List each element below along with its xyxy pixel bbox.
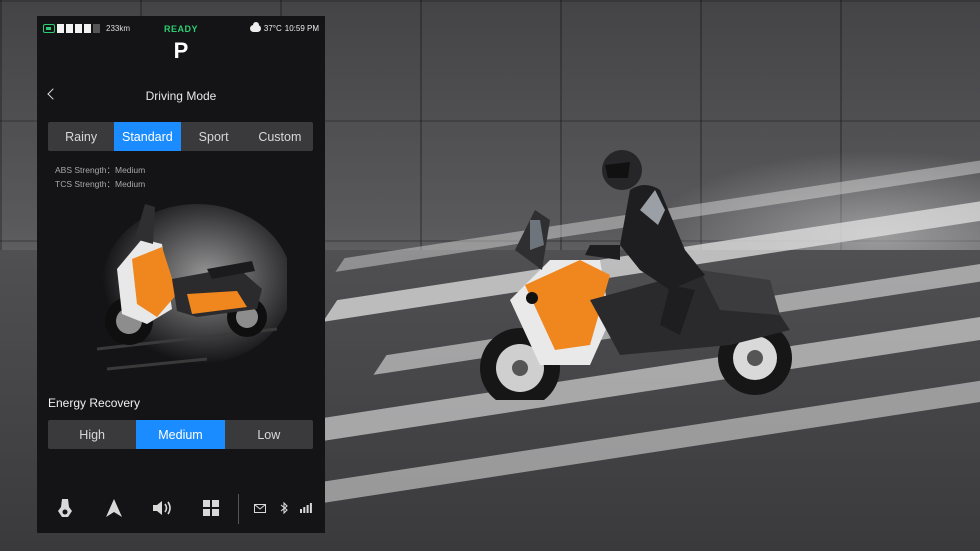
weather-time: 37°C 10:59 PM [249, 22, 319, 33]
energy-recovery-selector: High Medium Low [48, 420, 313, 449]
signal-icon [299, 502, 313, 514]
mode-option-rainy[interactable]: Rainy [48, 122, 114, 151]
volume-icon[interactable] [151, 496, 175, 520]
dock-divider [238, 494, 239, 524]
page-title: Driving Mode [145, 89, 217, 103]
energy-option-low[interactable]: Low [225, 420, 313, 449]
abs-strength: ABS Strength：Medium [55, 165, 146, 175]
dashboard-panel: 233km READY 37°C 10:59 PM P Driving Mode… [37, 16, 325, 533]
motorcycle-rider-photo [480, 150, 792, 400]
temperature: 37°C [263, 24, 282, 33]
scooter-icon[interactable] [53, 496, 77, 520]
bottom-dock [37, 484, 325, 533]
clock-time: 10:59 PM [284, 24, 319, 33]
motorcycle-illustration [96, 204, 287, 371]
apps-grid-icon[interactable] [199, 496, 223, 520]
mail-icon[interactable] [253, 502, 267, 514]
gear-indicator: P [173, 38, 189, 63]
energy-recovery-title: Energy Recovery [48, 396, 141, 410]
mode-option-custom[interactable]: Custom [247, 122, 313, 151]
mode-option-standard[interactable]: Standard [114, 122, 181, 151]
driving-mode-selector: Rainy Standard Sport Custom [48, 122, 313, 151]
cloud-icon [249, 22, 261, 32]
energy-option-medium[interactable]: Medium [136, 420, 225, 449]
bluetooth-icon[interactable] [277, 502, 291, 514]
energy-option-high[interactable]: High [48, 420, 136, 449]
page-header: Driving Mode [37, 86, 325, 108]
tcs-strength: TCS Strength：Medium [55, 179, 146, 189]
navigation-icon[interactable] [102, 496, 126, 520]
mode-option-sport[interactable]: Sport [181, 122, 247, 151]
